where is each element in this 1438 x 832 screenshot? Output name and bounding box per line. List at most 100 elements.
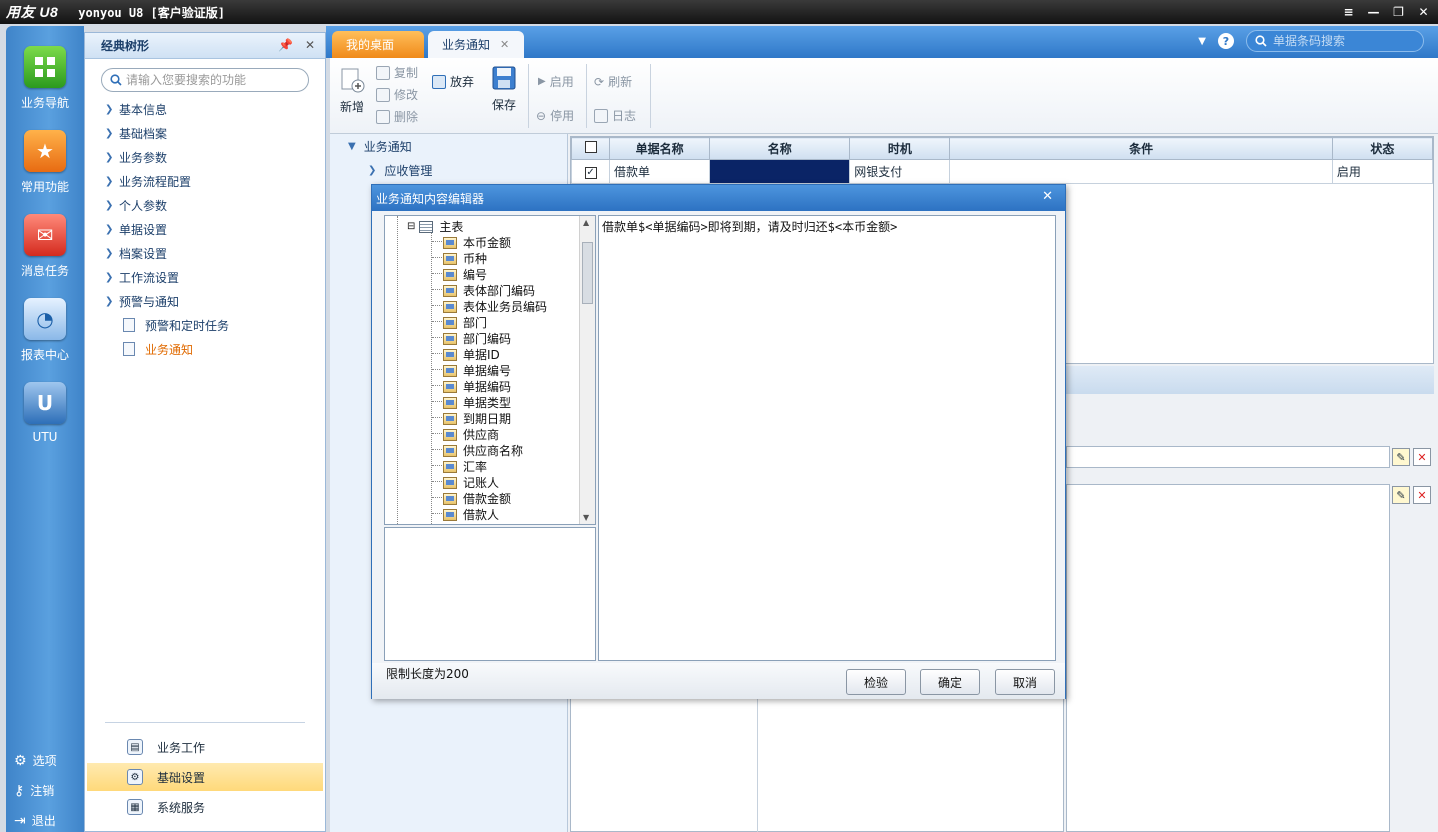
rail-utu[interactable]: U UTU — [6, 382, 84, 444]
discard-button[interactable]: 放弃 — [432, 73, 474, 90]
field-node[interactable]: 单据ID — [443, 346, 500, 363]
scroll-up-icon[interactable]: ▲ — [583, 218, 589, 227]
scroll-thumb[interactable] — [582, 242, 593, 304]
tree-item[interactable]: ❯ 业务参数 — [85, 145, 325, 169]
restore-icon[interactable]: ❐ — [1390, 3, 1407, 20]
close-icon[interactable]: ✕ — [1415, 3, 1432, 20]
tree-child-item[interactable]: 预警和定时任务 — [85, 313, 325, 337]
barcode-search-input[interactable] — [1273, 34, 1413, 48]
nav-basic-settings[interactable]: ⚙ 基础设置 — [87, 763, 323, 791]
disable-button[interactable]: ⊖ 停用 — [536, 107, 574, 124]
status-cell[interactable]: 启用 — [1331, 159, 1434, 184]
field-node[interactable]: 记账人 — [443, 474, 499, 491]
nav-business-work[interactable]: ▤ 业务工作 — [87, 733, 323, 761]
field-node[interactable]: 供应商名称 — [443, 442, 523, 459]
delete-icon[interactable]: ✕ — [1413, 448, 1431, 466]
help-icon[interactable]: ? — [1218, 33, 1234, 49]
nav-system-services[interactable]: ▦ 系统服务 — [87, 793, 323, 821]
scrollbar[interactable]: ▲ ▼ — [579, 216, 595, 524]
function-search-input[interactable] — [126, 73, 296, 87]
field-node[interactable]: 单据编码 — [443, 378, 511, 395]
detail-textarea[interactable] — [1066, 484, 1390, 832]
menu-icon[interactable]: ≡ — [1340, 3, 1357, 20]
detail-field[interactable] — [1066, 446, 1390, 468]
close-icon[interactable]: ✕ — [305, 38, 315, 52]
field-node[interactable]: 部门 — [443, 314, 487, 331]
check-button[interactable]: 检验 — [846, 669, 906, 695]
nav-tree-root[interactable]: ▼ 业务通知 — [348, 138, 412, 155]
field-node[interactable]: 表体部门编码 — [443, 282, 535, 299]
copy-button[interactable]: 复制 — [376, 64, 418, 81]
edit-icon[interactable]: ✎ — [1392, 486, 1410, 504]
save-button[interactable]: 保存 — [490, 64, 518, 113]
doc-name-cell[interactable]: 借款单 — [609, 159, 711, 184]
tree-item[interactable]: ❯ 预警与通知 — [85, 289, 325, 313]
column-header[interactable]: 名称 — [709, 137, 851, 160]
delete-icon[interactable]: ✕ — [1413, 486, 1431, 504]
refresh-button[interactable]: ⟳ 刷新 — [594, 73, 632, 90]
field-node[interactable]: 表体业务员编码 — [443, 298, 547, 315]
edit-icon[interactable]: ✎ — [1392, 448, 1410, 466]
new-button[interactable]: 新增 — [338, 66, 366, 115]
field-node[interactable]: 借款人 — [443, 506, 499, 523]
rail-report-center[interactable]: ◔ 报表中心 — [6, 298, 84, 363]
content-editor[interactable]: 借款单$<单据编码>即将到期，请及时归还$<本币金额> — [598, 215, 1056, 661]
pin-icon[interactable]: 📌 — [278, 38, 293, 52]
tree-item[interactable]: ❯ 工作流设置 — [85, 265, 325, 289]
scroll-down-icon[interactable]: ▼ — [583, 513, 589, 522]
cancel-button[interactable]: 取消 — [995, 669, 1055, 695]
tab-business-notice[interactable]: 业务通知 ✕ — [428, 31, 524, 58]
timing-cell[interactable]: 网银支付 — [849, 159, 951, 184]
field-node[interactable]: 借款金额 — [443, 490, 511, 507]
table-row[interactable]: ✓ 借款单 网银支付 启用 — [570, 159, 1434, 184]
column-header[interactable]: 时机 — [849, 137, 951, 160]
tree-item[interactable]: ❯ 基本信息 — [85, 97, 325, 121]
tree-item[interactable]: ❯ 基础档案 — [85, 121, 325, 145]
checkbox[interactable] — [584, 141, 597, 153]
rail-common-functions[interactable]: ★ 常用功能 — [6, 130, 84, 195]
function-search[interactable] — [101, 68, 309, 92]
field-node[interactable]: 部门编码 — [443, 330, 511, 347]
rail-messages[interactable]: ✉ 消息任务 — [6, 214, 84, 279]
select-all-header[interactable] — [570, 137, 611, 160]
minimize-icon[interactable]: — — [1365, 3, 1382, 20]
log-button[interactable]: 日志 — [594, 107, 636, 124]
tree-item[interactable]: ❯ 业务流程配置 — [85, 169, 325, 193]
chevron-down-icon[interactable]: ▼ — [1198, 36, 1206, 47]
column-header[interactable]: 状态 — [1331, 137, 1434, 160]
name-cell-selected[interactable] — [709, 159, 851, 184]
rail-exit[interactable]: ⇥ 退出 — [14, 812, 56, 829]
tab-my-desktop[interactable]: 我的桌面 — [332, 31, 424, 58]
tree-root-node[interactable]: ⊟ 主表 — [407, 218, 463, 235]
checkbox-checked[interactable]: ✓ — [584, 167, 597, 179]
enable-button[interactable]: ▶ 启用 — [538, 73, 574, 90]
field-node[interactable]: 本币金额 — [443, 234, 511, 251]
field-node[interactable]: 汇率 — [443, 458, 487, 475]
field-node[interactable]: 到期日期 — [443, 410, 511, 427]
close-icon[interactable]: ✕ — [500, 38, 509, 51]
close-icon[interactable]: ✕ — [1042, 189, 1053, 204]
tree-child-item-active[interactable]: 业务通知 — [85, 337, 325, 361]
field-node[interactable]: 单据类型 — [443, 394, 511, 411]
tree-item[interactable]: ❯ 单据设置 — [85, 217, 325, 241]
delete-button[interactable]: 删除 — [376, 108, 418, 125]
rail-options[interactable]: ⚙ 选项 — [14, 752, 57, 769]
collapse-icon[interactable]: ⊟ — [407, 221, 415, 232]
barcode-search[interactable] — [1246, 30, 1424, 52]
ok-button[interactable]: 确定 — [920, 669, 980, 695]
field-node[interactable]: 编号 — [443, 266, 487, 283]
modify-button[interactable]: 修改 — [376, 86, 418, 103]
field-node[interactable]: 单据编号 — [443, 362, 511, 379]
rail-logout[interactable]: ⚷ 注销 — [14, 782, 54, 799]
rail-business-nav[interactable]: 业务导航 — [6, 46, 84, 111]
field-node[interactable]: 供应商 — [443, 426, 499, 443]
tree-item[interactable]: ❯ 个人参数 — [85, 193, 325, 217]
field-node[interactable]: 币种 — [443, 250, 487, 267]
column-header[interactable]: 条件 — [949, 137, 1333, 160]
nav-tree-child[interactable]: ❯ 应收管理 — [368, 162, 432, 179]
row-select-cell[interactable]: ✓ — [570, 159, 611, 184]
tree-item[interactable]: ❯ 档案设置 — [85, 241, 325, 265]
column-header[interactable]: 单据名称 — [609, 137, 711, 160]
condition-cell[interactable] — [949, 159, 1333, 184]
field-node[interactable]: 借款人编码 — [443, 522, 523, 524]
